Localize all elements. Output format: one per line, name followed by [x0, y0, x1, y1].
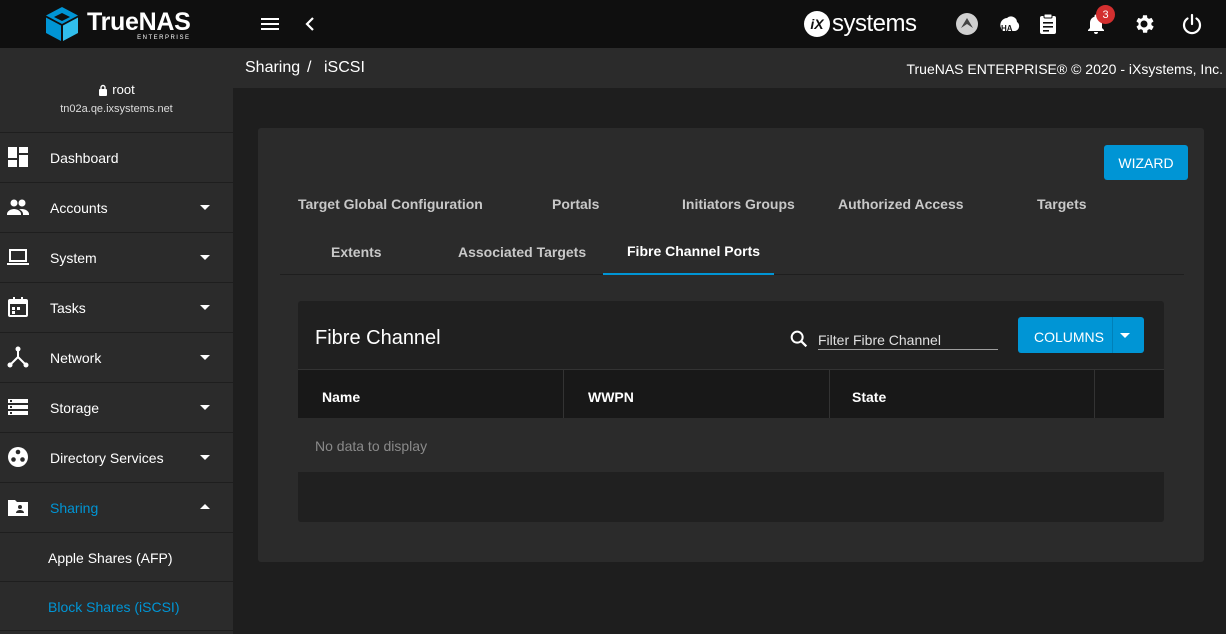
sidebar-item-directory-services[interactable]: Directory Services — [0, 433, 233, 483]
empty-message: No data to display — [315, 438, 428, 454]
chevron-down-icon[interactable] — [1120, 333, 1130, 338]
sidebar-item-label: Tasks — [50, 300, 86, 316]
username: root — [112, 82, 135, 97]
storage-icon — [8, 399, 28, 415]
svg-text:HA: HA — [1001, 24, 1013, 33]
tab-portals[interactable]: Portals — [552, 196, 599, 212]
column-header-label: WWPN — [588, 389, 634, 405]
network-icon — [7, 346, 29, 368]
top-bar: TrueNAS ENTERPRISE iX systems HA 3 — [0, 0, 1226, 48]
sidebar-item-label: Network — [50, 350, 102, 366]
sidebar-subitem-iscsi[interactable]: Block Shares (iSCSI) — [0, 582, 233, 631]
brand-logo: TrueNAS ENTERPRISE — [87, 8, 191, 42]
columns-label: COLUMNS — [1034, 329, 1105, 345]
accounts-icon — [7, 199, 29, 215]
active-tab-indicator — [603, 273, 774, 275]
sidebar-item-label: Dashboard — [50, 150, 119, 166]
ixsystems-logo: iX systems — [804, 10, 917, 38]
sidebar-item-accounts[interactable]: Accounts — [0, 183, 233, 233]
brand-name: TrueNAS — [87, 8, 191, 36]
hostname: tn02a.qe.ixsystems.net — [60, 103, 173, 115]
empty-row: No data to display — [298, 418, 1164, 472]
column-header-name[interactable]: Name — [298, 370, 564, 418]
chevron-down-icon — [200, 255, 210, 260]
chevron-down-icon — [200, 305, 210, 310]
sidebar-item-system[interactable]: System — [0, 233, 233, 283]
sidebar-item-dashboard[interactable]: Dashboard — [0, 133, 233, 183]
filter-input[interactable] — [818, 326, 998, 350]
sidebar: root tn02a.qe.ixsystems.net Dashboard Ac… — [0, 48, 233, 634]
sidebar-item-label: Accounts — [50, 200, 108, 216]
ix-mark: iX — [804, 11, 830, 37]
tab-targets[interactable]: Targets — [1037, 196, 1087, 212]
breadcrumb-parent[interactable]: Sharing — [245, 59, 300, 77]
table-title: Fibre Channel — [315, 327, 441, 349]
system-icon — [7, 249, 29, 265]
copyright-text: TrueNAS ENTERPRISE® © 2020 - iXsystems, … — [906, 61, 1223, 77]
column-header-state[interactable]: State — [830, 370, 1095, 418]
directory-icon — [8, 447, 28, 467]
tab-authorized-access[interactable]: Authorized Access — [838, 196, 964, 212]
settings-gear-icon[interactable] — [1132, 12, 1156, 36]
sidebar-subitem-afp[interactable]: Apple Shares (AFP) — [0, 533, 233, 582]
sidebar-subitem-label: Apple Shares (AFP) — [48, 550, 173, 566]
tasks-icon — [8, 297, 28, 317]
ix-name: systems — [832, 10, 917, 37]
back-icon[interactable] — [298, 12, 322, 36]
sidebar-subitem-label: Block Shares (iSCSI) — [48, 599, 180, 615]
sidebar-item-sharing[interactable]: Sharing — [0, 483, 233, 533]
sidebar-item-label: System — [50, 250, 97, 266]
menu-icon[interactable] — [258, 12, 282, 36]
fibre-channel-table-card: Fibre Channel COLUMNS Name WWPN State No… — [298, 301, 1164, 522]
sidebar-item-label: Storage — [50, 400, 100, 416]
breadcrumb-current: iSCSI — [324, 59, 365, 76]
notification-count-badge: 3 — [1096, 5, 1115, 24]
sidebar-item-label: Sharing — [50, 500, 99, 516]
sharing-icon — [8, 500, 28, 516]
search-icon — [790, 330, 808, 348]
column-header-label: State — [852, 389, 887, 405]
tab-target-global-configuration[interactable]: Target Global Configuration — [298, 196, 483, 212]
chevron-down-icon — [200, 355, 210, 360]
iscsi-card: WIZARD Target Global Configuration Porta… — [258, 128, 1204, 562]
sidebar-item-tasks[interactable]: Tasks — [0, 283, 233, 333]
table-header: Name WWPN State — [298, 369, 1164, 418]
tab-extents[interactable]: Extents — [331, 244, 382, 260]
breadcrumb: Sharing / iSCSI TrueNAS ENTERPRISE® © 20… — [233, 48, 1226, 88]
wizard-button[interactable]: WIZARD — [1104, 145, 1188, 180]
breadcrumb-separator: / — [307, 59, 312, 76]
chevron-down-icon — [200, 205, 210, 210]
power-icon[interactable] — [1180, 12, 1204, 36]
dashboard-icon — [8, 147, 28, 167]
lock-icon — [99, 84, 108, 96]
sidebar-item-label: Directory Services — [50, 450, 164, 466]
chevron-up-icon — [200, 504, 210, 509]
chevron-down-icon — [200, 405, 210, 410]
sidebar-item-storage[interactable]: Storage — [0, 383, 233, 433]
tab-associated-targets[interactable]: Associated Targets — [458, 244, 586, 260]
column-header-wwpn[interactable]: WWPN — [564, 370, 830, 418]
tab-fibre-channel-ports[interactable]: Fibre Channel Ports — [627, 243, 760, 259]
ha-icon[interactable]: HA — [996, 12, 1020, 36]
tab-initiators-groups[interactable]: Initiators Groups — [682, 196, 795, 212]
chevron-down-icon — [200, 455, 210, 460]
user-info: root tn02a.qe.ixsystems.net — [0, 48, 233, 133]
truenas-logo-icon — [46, 7, 78, 41]
columns-separator — [1112, 317, 1113, 353]
truecommand-icon[interactable] — [955, 12, 979, 36]
tasks-clipboard-icon[interactable] — [1036, 12, 1060, 36]
columns-button[interactable]: COLUMNS — [1018, 317, 1144, 353]
column-header-label: Name — [322, 389, 361, 405]
sidebar-item-network[interactable]: Network — [0, 333, 233, 383]
